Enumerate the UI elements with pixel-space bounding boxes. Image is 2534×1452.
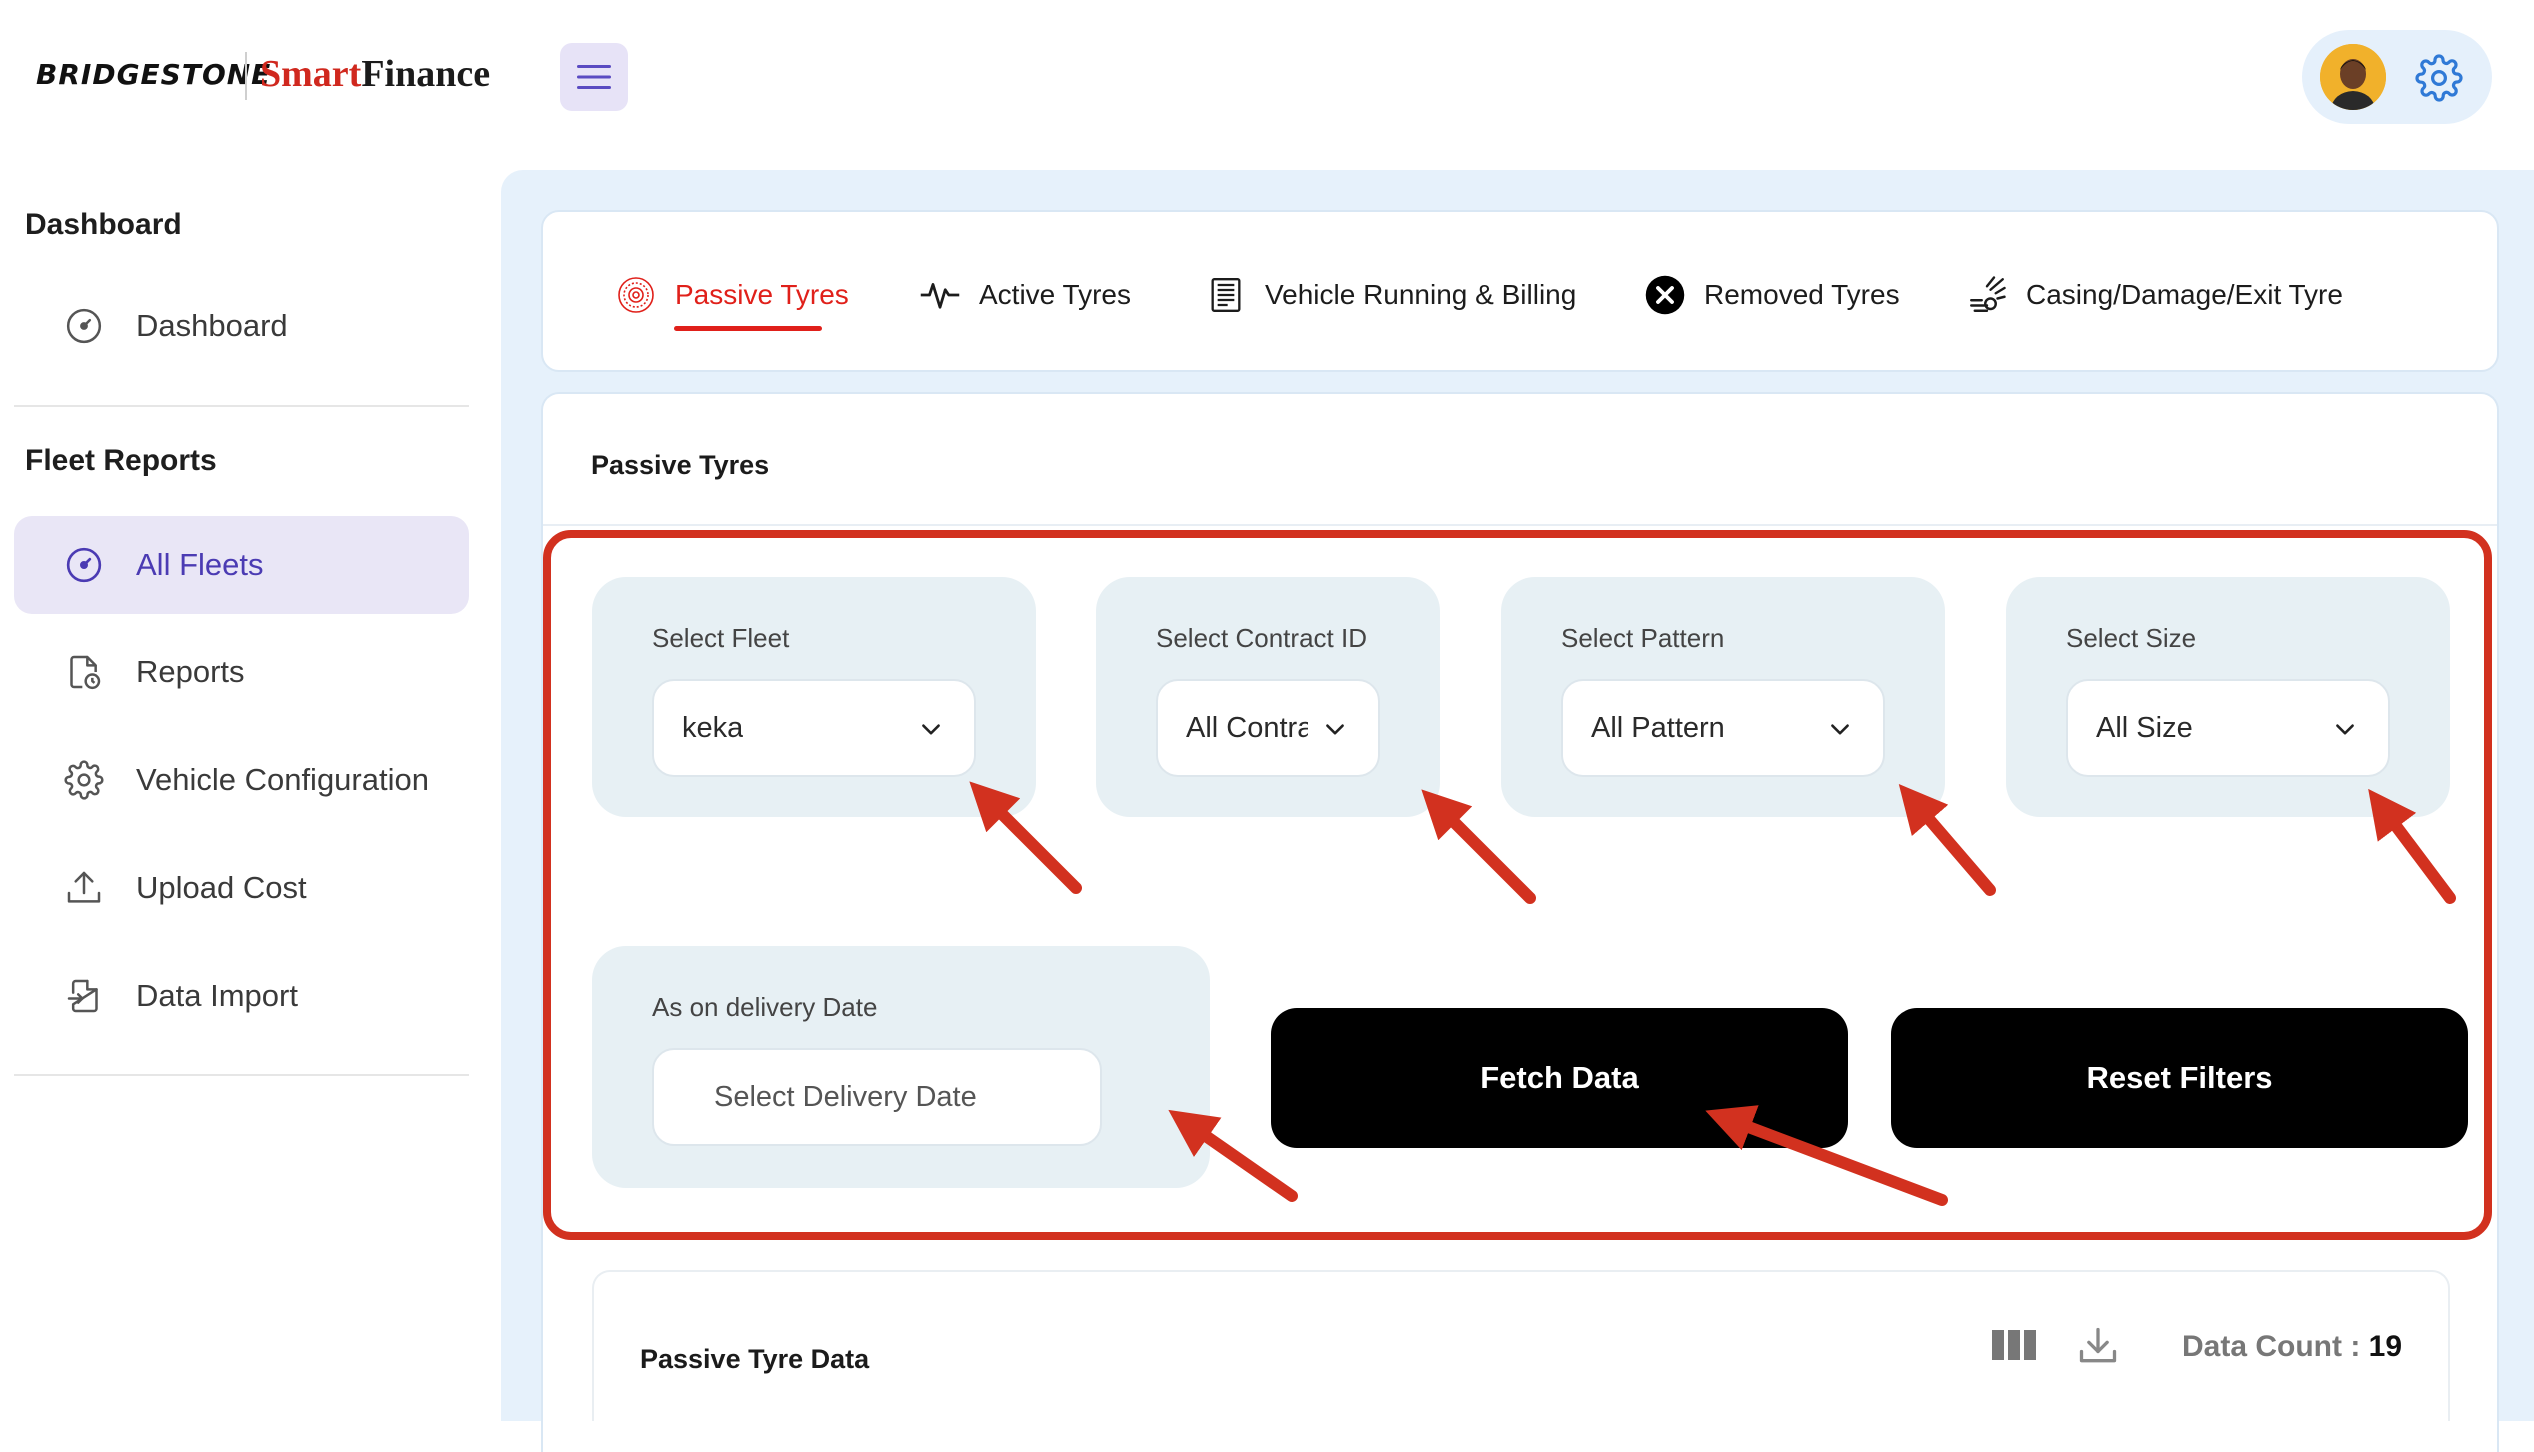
sidebar-item-data-import[interactable]: Data Import [14,948,469,1044]
sidebar-item-reports[interactable]: Reports [14,624,469,720]
download-button[interactable] [2076,1324,2122,1370]
size-filter-label: Select Size [2066,623,2197,653]
fleet-select[interactable]: keka [652,679,976,777]
chevron-down-icon [922,724,940,735]
sidebar-section-fleet-reports: Fleet Reports [25,444,217,477]
sidebar-divider [14,1074,469,1076]
tab-label: Active Tyres [979,279,1131,310]
chevron-down-icon [1326,724,1344,735]
passive-tyre-data-panel: Passive Tyre Data Data Count : 19 [592,1270,2450,1421]
chevron-down-icon [2336,724,2354,735]
tab-casing-damage-exit[interactable]: Casing/Damage/Exit Tyre [1966,274,2343,316]
avatar[interactable] [2320,44,2386,110]
fetch-data-button[interactable]: Fetch Data [1271,1008,1848,1148]
tab-active-tyres[interactable]: Active Tyres [919,274,1131,316]
tab-passive-tyres[interactable]: Passive Tyres [615,274,849,316]
delivery-date-label: As on delivery Date [652,992,878,1022]
fleet-filter: Select Fleet keka [592,577,1036,817]
data-panel-title: Passive Tyre Data [640,1344,870,1374]
tyre-icon [615,274,657,316]
user-menu [2302,30,2492,124]
sidebar-section-dashboard: Dashboard [25,208,182,241]
sidebar-item-label: Vehicle Configuration [136,762,429,797]
smartfinance-logo: SmartFinance [260,53,491,95]
size-filter: Select Size All Size [2006,577,2450,817]
sidebar: Dashboard Dashboard Fleet Reports All Fl… [0,160,480,1421]
tab-label: Vehicle Running & Billing [1265,279,1577,310]
file-import-icon [62,974,106,1018]
settings-button[interactable] [2415,54,2463,102]
pattern-filter: Select Pattern All Pattern [1501,577,1945,817]
sidebar-item-label: Upload Cost [136,870,307,905]
pulse-icon [919,274,961,316]
delivery-date-input[interactable]: Select Delivery Date [652,1048,1102,1146]
sidebar-item-dashboard[interactable]: Dashboard [14,278,469,374]
gear-icon [62,758,106,802]
pattern-filter-label: Select Pattern [1561,623,1725,653]
hamburger-menu-icon [577,65,611,89]
app-header: BRIDGESTONE SmartFinance [0,0,2534,160]
fleet-filter-label: Select Fleet [652,623,790,653]
tab-label: Removed Tyres [1704,279,1900,310]
damage-icon [1966,274,2008,316]
section-divider [543,524,2497,526]
contract-filter-label: Select Contract ID [1156,623,1367,653]
close-circle-icon [1644,274,1686,316]
sidebar-item-all-fleets[interactable]: All Fleets [14,516,469,614]
pattern-select[interactable]: All Pattern [1561,679,1885,777]
gauge-icon [62,304,106,348]
bridgestone-logo: BRIDGESTONE [36,58,272,91]
contract-filter: Select Contract ID All Contra [1096,577,1440,817]
tab-removed-tyres[interactable]: Removed Tyres [1644,274,1900,316]
tab-vehicle-running-billing[interactable]: Vehicle Running & Billing [1205,274,1576,316]
report-tabs: Passive Tyres Active Tyres Vehicle Runni… [541,210,2499,372]
tab-label: Passive Tyres [675,279,849,310]
report-clock-icon [62,650,106,694]
section-title: Passive Tyres [591,450,770,480]
logo-divider [245,52,247,100]
sidebar-divider [14,405,469,407]
upload-icon [62,866,106,910]
data-count: Data Count : 19 [2182,1330,2403,1363]
sidebar-item-label: Dashboard [136,308,288,343]
sidebar-item-label: Reports [136,654,245,689]
tab-label: Casing/Damage/Exit Tyre [2026,279,2343,310]
reset-filters-button[interactable]: Reset Filters [1891,1008,2468,1148]
hamburger-menu-button[interactable] [560,43,628,111]
active-tab-underline [674,326,822,331]
columns-icon [1992,1330,2036,1360]
download-icon [2079,1327,2117,1363]
gear-icon [2415,54,2463,102]
sidebar-item-upload-cost[interactable]: Upload Cost [14,840,469,936]
gauge-icon [62,543,106,587]
chevron-down-icon [1831,724,1849,735]
sidebar-item-label: Data Import [136,978,298,1013]
sidebar-item-label: All Fleets [136,547,264,582]
columns-button[interactable] [1992,1328,2038,1368]
size-select[interactable]: All Size [2066,679,2390,777]
contract-select[interactable]: All Contra [1156,679,1380,777]
sidebar-item-vehicle-configuration[interactable]: Vehicle Configuration [14,732,469,828]
delivery-date-filter: As on delivery Date Select Delivery Date [592,946,1210,1188]
invoice-icon [1205,274,1247,316]
